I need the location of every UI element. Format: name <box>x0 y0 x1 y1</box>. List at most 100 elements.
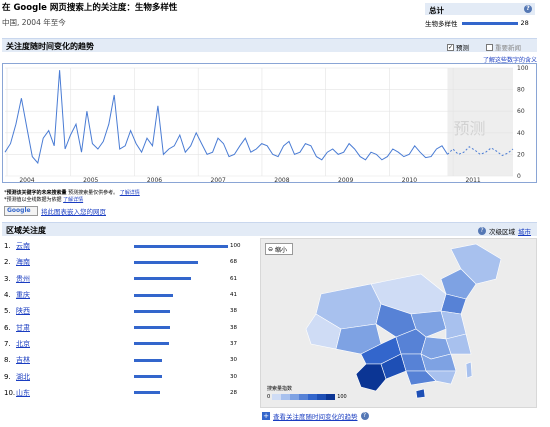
zoom-out-button[interactable]: ⊖ 缩小 <box>265 243 293 255</box>
forecast-toggle[interactable]: ✓ 预测 <box>447 42 469 52</box>
region-bar <box>134 342 169 346</box>
embed-chart-link[interactable]: 将此图表嵌入您的网页 <box>41 206 106 216</box>
news-label: 重要新闻 <box>495 44 521 52</box>
page-header: 在 Google 网页搜索上的关注度：生物多样性 中国, 2004 年至今 <box>2 1 422 28</box>
rank-number: 6. <box>4 323 11 332</box>
rank-number: 4. <box>4 291 11 300</box>
city-link[interactable]: 城市 <box>518 226 531 236</box>
region-name-link[interactable]: 重庆 <box>16 290 134 300</box>
trend-chart: 预测 0 20 40 60 80 100 2004 2005 2006 2007 2008 2009 20… <box>2 63 537 184</box>
legend-gradient: 0 100 <box>267 394 347 400</box>
region-value: 100 <box>230 243 241 250</box>
region-rank-row: 3. 贵州 61 <box>4 271 254 287</box>
region-rank-row: 7. 北京 37 <box>4 336 254 352</box>
region-name-link[interactable]: 云南 <box>16 241 134 251</box>
chart-notes: *预测该关键字的未来搜索量 预测搜索量仅供参考。 了解详情 *预测值以全线数据为… <box>4 190 140 204</box>
region-rank-row: 8. 吉林 30 <box>4 352 254 368</box>
plus-icon[interactable]: + <box>262 412 270 420</box>
region-rank-row: 4. 重庆 41 <box>4 287 254 303</box>
forecast-checkbox[interactable]: ✓ <box>447 43 454 51</box>
y-tick-label: 0 <box>517 173 521 180</box>
legend-swatch <box>326 394 336 400</box>
trend-section-header: 关注度随时间变化的趋势 ✓ 预测 重要新闻 <box>2 38 537 52</box>
summary-header: 总计 ? <box>425 3 535 15</box>
region-bar <box>134 358 163 362</box>
region-bar <box>134 260 198 264</box>
y-tick-label: 20 <box>517 151 525 158</box>
region-name-link[interactable]: 湖北 <box>16 372 134 382</box>
region-bar-track <box>134 342 228 346</box>
region-bar-track <box>134 277 228 281</box>
region-value: 38 <box>230 308 237 315</box>
region-value: 41 <box>230 292 237 299</box>
region-bar-track <box>134 358 228 362</box>
region-bar <box>134 293 173 297</box>
see-trend-row: + 查看关注度随时间变化的趋势 ? <box>262 411 369 421</box>
y-tick-label: 40 <box>517 130 525 137</box>
legend-swatch <box>317 394 327 400</box>
x-tick-label: 2004 <box>19 177 34 184</box>
see-trend-link[interactable]: 查看关注度随时间变化的趋势 <box>273 411 358 421</box>
region-name-link[interactable]: 陕西 <box>16 306 134 316</box>
magnifier-icon: ⊖ <box>268 245 274 253</box>
rank-number: 2. <box>4 258 11 267</box>
help-icon[interactable]: ? <box>524 5 532 13</box>
region-value: 38 <box>230 324 237 331</box>
region-rank-row: 1. 云南 100 <box>4 238 254 254</box>
legend-swatch <box>299 394 309 400</box>
note-learn-link[interactable]: 了解详情 <box>120 190 140 196</box>
rank-number: 3. <box>4 274 11 283</box>
region-bar-track <box>134 244 228 248</box>
region-map[interactable]: ⊖ 缩小 搜索量指数 0 100 <box>260 238 537 408</box>
rank-number: 8. <box>4 356 11 365</box>
legend-swatch <box>290 394 300 400</box>
summary-panel: 总计 ? 生物多样性 28 <box>425 3 535 28</box>
rank-number: 7. <box>4 339 11 348</box>
region-name-link[interactable]: 海南 <box>16 257 134 267</box>
note-learn-link[interactable]: 了解详情 <box>63 197 83 203</box>
news-toggle[interactable]: 重要新闻 <box>486 42 521 52</box>
rank-number: 9. <box>4 372 11 381</box>
summary-value: 28 <box>520 19 529 27</box>
chart-note-2: *预测值以全线数据为依据 了解详情 <box>4 197 84 203</box>
y-tick-label: 100 <box>517 65 529 72</box>
x-tick-label: 2006 <box>147 177 162 184</box>
summary-row: 生物多样性 28 <box>425 18 535 28</box>
region-rank-row: 10. 山东 28 <box>4 385 254 401</box>
trend-title: 关注度随时间变化的趋势 <box>6 42 94 51</box>
region-rank-row: 2. 海南 68 <box>4 254 254 270</box>
region-bar-track <box>134 391 228 395</box>
legend-swatch <box>308 394 318 400</box>
chart-note-1: *预测该关键字的未来搜索量 预测搜索量仅供参考。 了解详情 <box>4 190 140 196</box>
series-line <box>4 70 448 165</box>
region-rank-row: 5. 陕西 38 <box>4 303 254 319</box>
region-level-selector: ? 次级区域 城市 <box>478 226 531 236</box>
legend-min: 0 <box>267 394 271 400</box>
help-icon[interactable]: ? <box>478 227 486 235</box>
region-name-link[interactable]: 北京 <box>16 339 134 349</box>
y-tick-label: 60 <box>517 108 525 115</box>
subregion-label[interactable]: 次级区域 <box>489 226 515 236</box>
regional-section-header: 区域关注度 ? 次级区域 城市 <box>2 222 537 236</box>
region-value: 28 <box>230 389 237 396</box>
rank-number: 1. <box>4 242 11 251</box>
region-value: 68 <box>230 259 237 266</box>
google-gadget-button[interactable]: Google <box>4 206 38 216</box>
region-bar <box>134 326 170 330</box>
news-checkbox[interactable] <box>486 43 493 51</box>
region-bar-track <box>134 375 228 379</box>
region-bar <box>134 277 192 281</box>
x-tick-label: 2010 <box>402 177 417 184</box>
region-bar <box>134 375 163 379</box>
region-name-link[interactable]: 吉林 <box>16 355 134 365</box>
region-name-link[interactable]: 甘肃 <box>16 323 134 333</box>
region-name-link[interactable]: 山东 <box>16 388 134 398</box>
x-tick-label: 2005 <box>83 177 98 184</box>
region-value: 37 <box>230 340 237 347</box>
legend-max: 100 <box>337 394 347 400</box>
region-ranking-list: 1. 云南 100 2. 海南 68 3. 贵州 61 4. 重庆 41 5. 陕西 38 6. 甘肃 38 7. 北… <box>4 238 254 401</box>
region-name-link[interactable]: 贵州 <box>16 274 134 284</box>
help-icon[interactable]: ? <box>360 412 369 420</box>
gadget-row: Google 将此图表嵌入您的网页 <box>4 206 106 216</box>
region-bar <box>134 244 228 248</box>
